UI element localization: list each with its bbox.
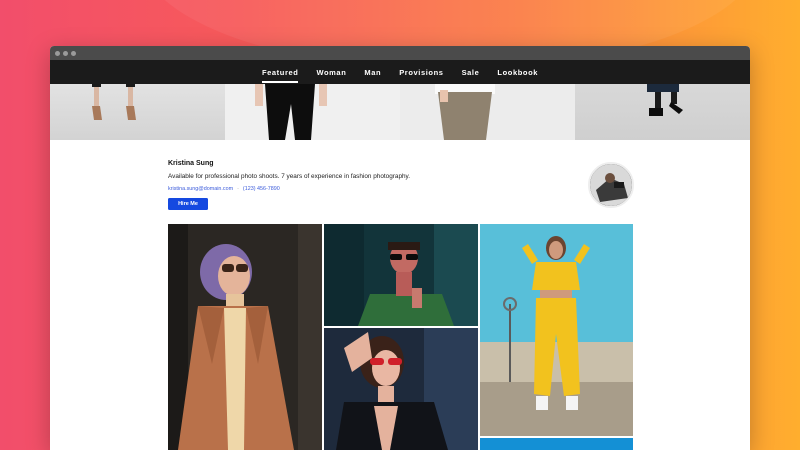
hero-photo-1 [50, 84, 225, 140]
profile-section: Kristina Sung Available for professional… [168, 160, 634, 220]
avatar[interactable] [588, 162, 634, 208]
email-link[interactable]: kristina.sung@domain.com [168, 186, 233, 192]
window-control-dot-1[interactable] [55, 50, 60, 56]
contact-separator: · [237, 186, 239, 192]
photo-gallery [168, 224, 633, 450]
nav-item-lookbook[interactable]: Lookbook [497, 64, 538, 81]
hero-photo-2 [225, 84, 400, 140]
nav-item-sale[interactable]: Sale [462, 64, 480, 81]
window-control-dot-2[interactable] [63, 50, 68, 56]
gallery-photo-neon[interactable] [324, 224, 478, 326]
hero-photo-4 [575, 84, 750, 140]
window-control-dot-3[interactable] [71, 50, 76, 56]
window-titlebar [50, 46, 750, 60]
nav-item-man[interactable]: Man [364, 64, 381, 81]
main-navigation: Featured Woman Man Provisions Sale Lookb… [50, 60, 750, 84]
gallery-photo-coat[interactable] [168, 224, 322, 450]
phone-link[interactable]: (123) 456-7890 [243, 186, 280, 192]
gallery-photo-red-glasses[interactable] [324, 328, 478, 450]
contact-info: kristina.sung@domain.com · (123) 456-789… [168, 186, 634, 192]
hero-banner [50, 84, 750, 140]
gallery-photo-blue[interactable] [480, 438, 633, 450]
profile-bio: Available for professional photo shoots.… [168, 173, 411, 180]
profile-name: Kristina Sung [168, 160, 214, 167]
nav-item-featured[interactable]: Featured [261, 64, 299, 83]
hero-photo-3 [400, 84, 575, 140]
nav-item-provisions[interactable]: Provisions [399, 64, 443, 81]
hire-me-button[interactable]: Hire Me [168, 198, 208, 210]
browser-window: Featured Woman Man Provisions Sale Lookb… [50, 46, 750, 450]
nav-item-woman[interactable]: Woman [316, 64, 346, 81]
gallery-photo-yellow-outfit[interactable] [480, 224, 633, 436]
